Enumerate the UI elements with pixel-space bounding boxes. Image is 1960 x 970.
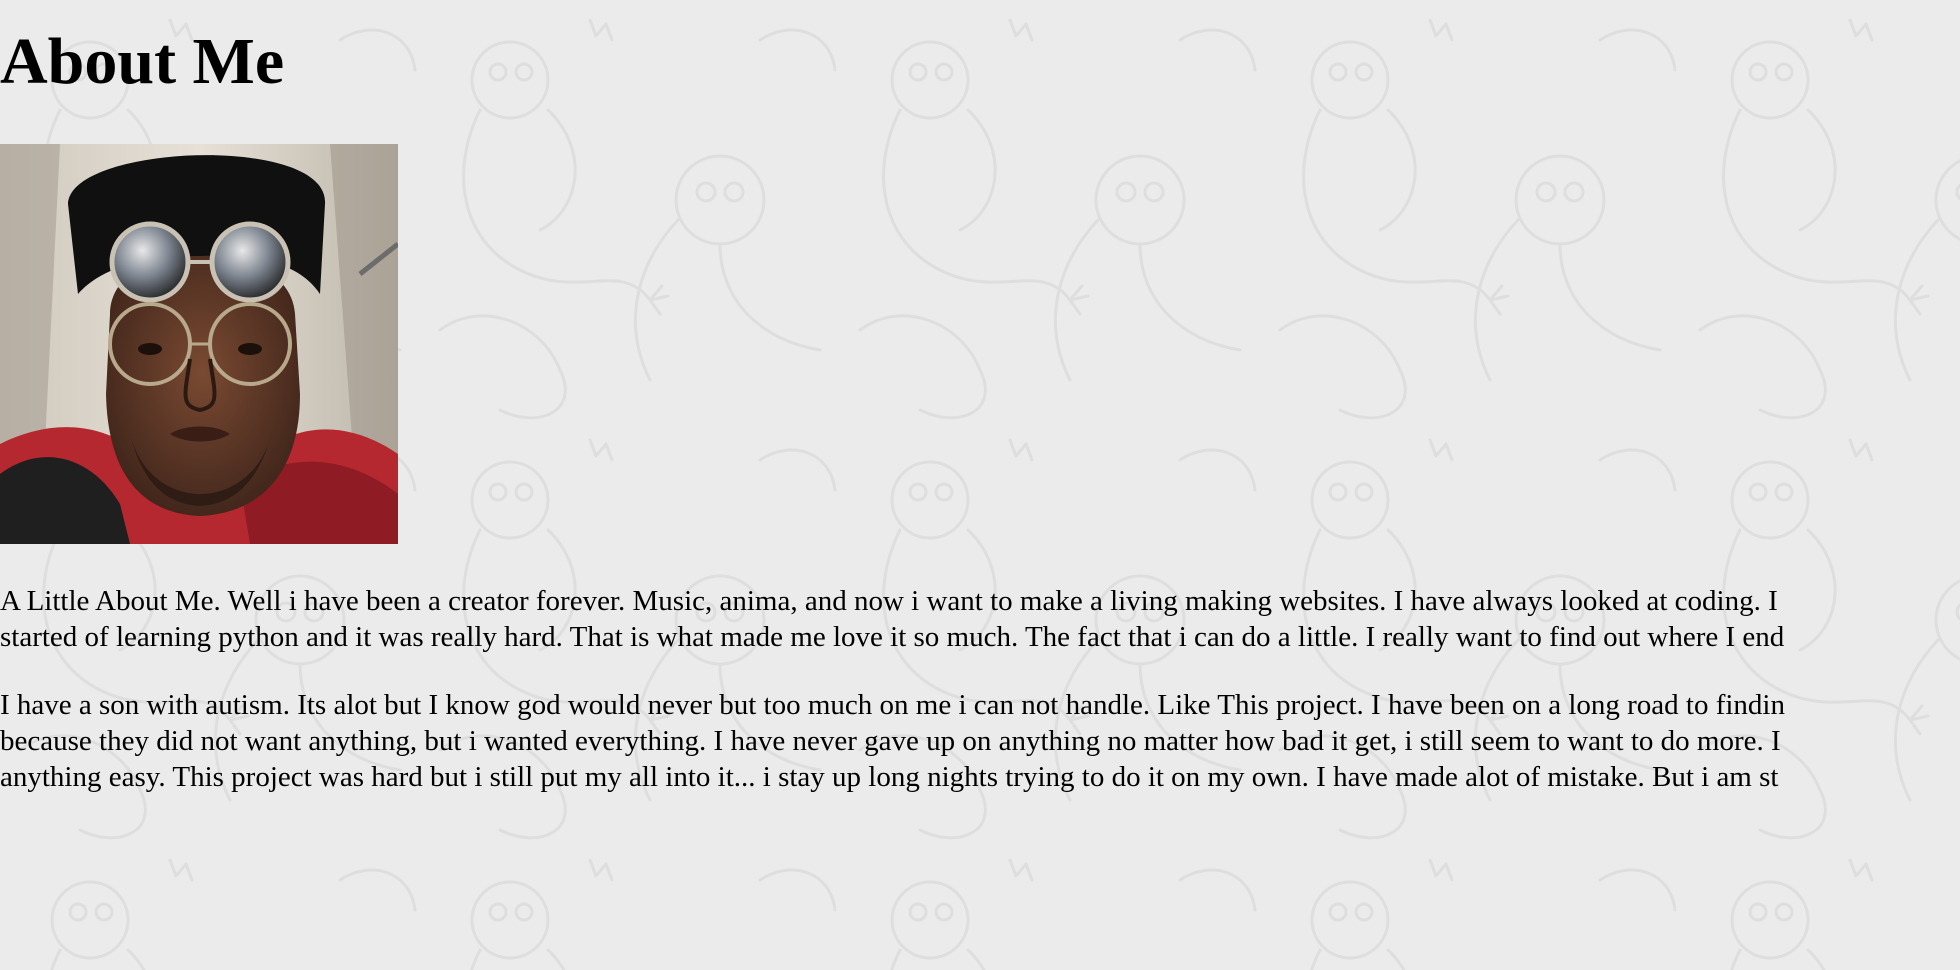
story-line-3: anything easy. This project was hard but… — [0, 761, 1779, 793]
about-me-page: About Me A Little About Me. Well i have … — [0, 0, 1960, 970]
page-title: About Me — [0, 25, 285, 98]
intro-line-2: started of learning python and it was re… — [0, 621, 1785, 653]
intro-paragraph: A Little About Me. Well i have been a cr… — [0, 583, 1784, 655]
profile-photo — [0, 144, 398, 544]
story-paragraph: I have a son with autism. Its alot but I… — [0, 687, 1785, 795]
story-line-2: because they did not want anything, but … — [0, 725, 1781, 757]
story-line-1: I have a son with autism. Its alot but I… — [0, 689, 1785, 721]
intro-line-1: A Little About Me. Well i have been a cr… — [0, 585, 1778, 617]
